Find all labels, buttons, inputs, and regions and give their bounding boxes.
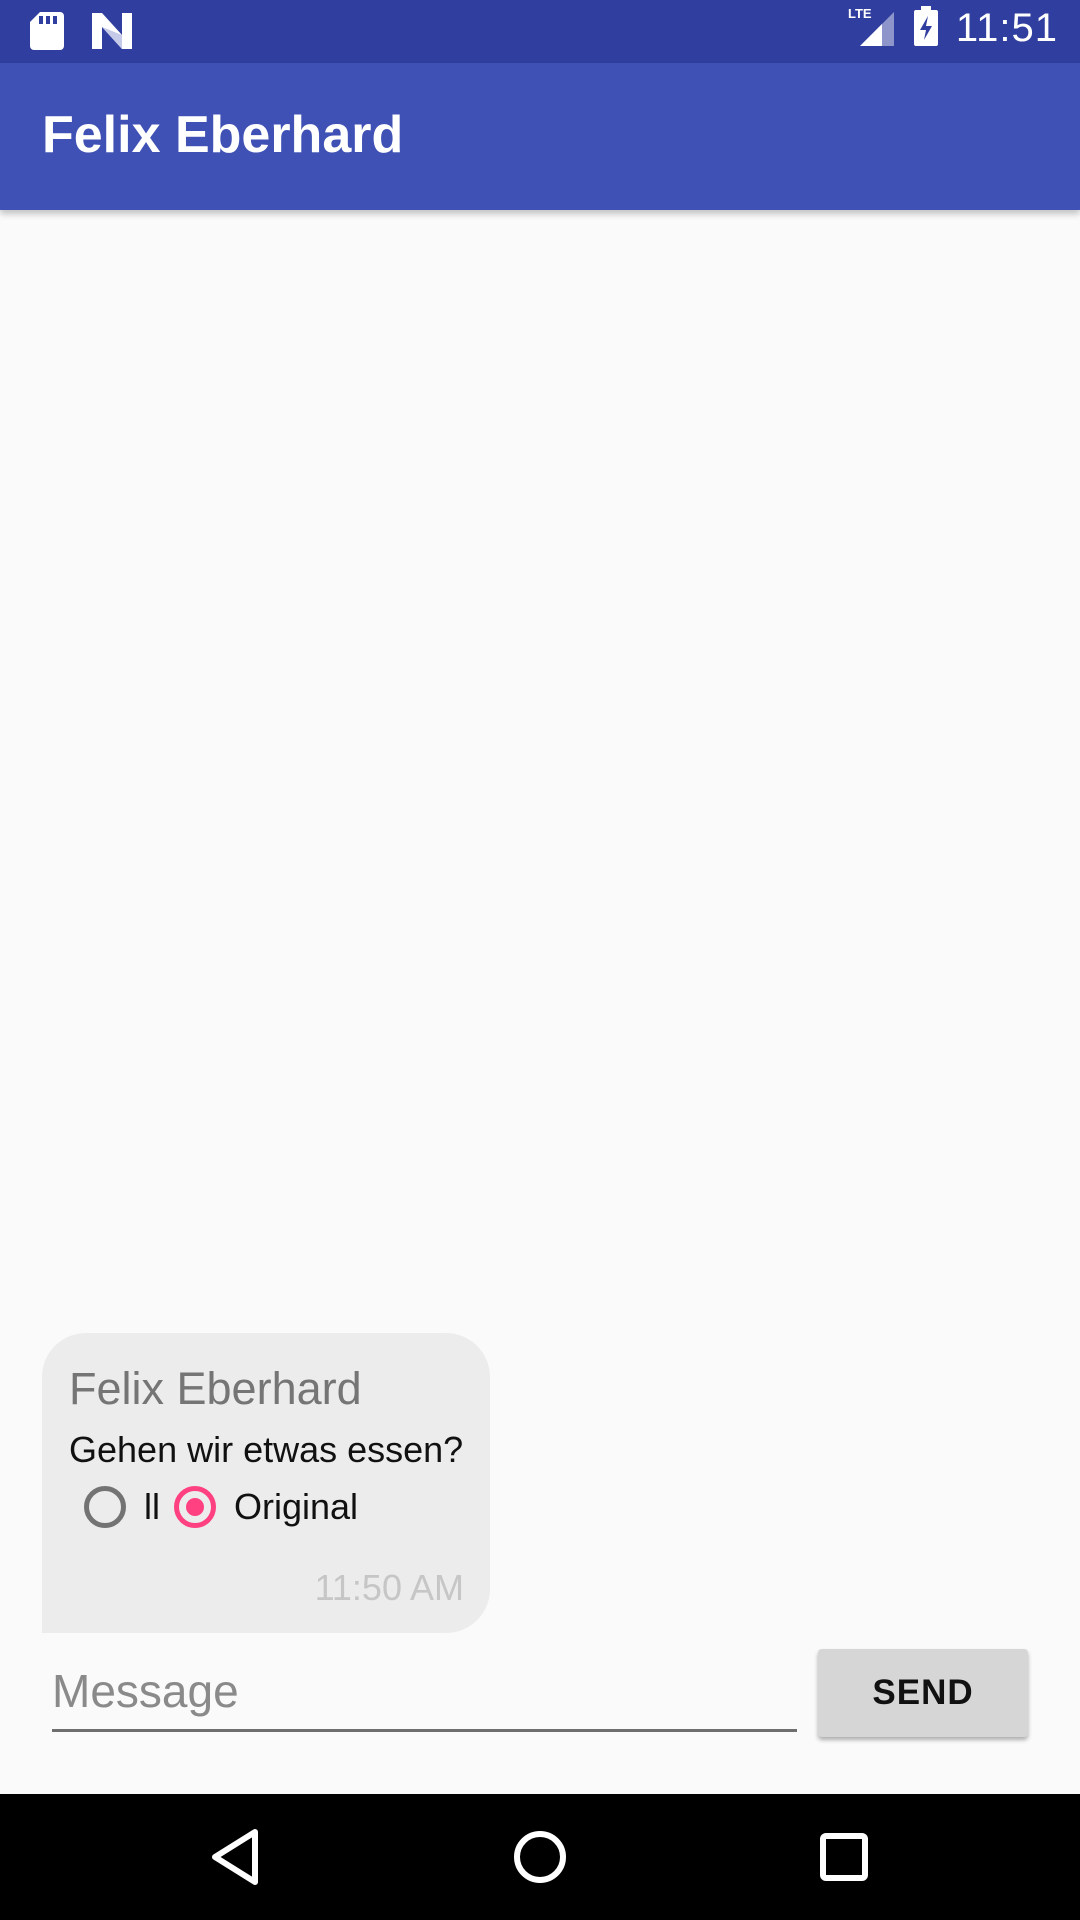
status-bar: LTE 11:51 bbox=[0, 0, 1080, 63]
radio-unchecked-icon[interactable] bbox=[84, 1486, 126, 1528]
radio-label: ll bbox=[144, 1486, 160, 1527]
radio-option-ll[interactable]: ll bbox=[84, 1486, 160, 1528]
back-icon[interactable] bbox=[203, 1824, 269, 1890]
app-notification-icon bbox=[92, 13, 132, 54]
app-bar: Felix Eberhard bbox=[0, 63, 1080, 210]
radio-label: Original bbox=[234, 1486, 359, 1527]
recents-icon[interactable] bbox=[811, 1824, 877, 1890]
radio-checked-icon[interactable] bbox=[174, 1486, 216, 1528]
battery-charging-icon bbox=[913, 6, 938, 51]
network-label: LTE bbox=[848, 6, 872, 21]
message-sender: Felix Eberhard bbox=[69, 1363, 362, 1414]
sd-card-icon bbox=[30, 12, 64, 55]
message-text: Gehen wir etwas essen? bbox=[69, 1429, 464, 1470]
clock: 11:51 bbox=[955, 6, 1058, 50]
home-icon[interactable] bbox=[507, 1824, 573, 1890]
send-button[interactable]: SEND bbox=[818, 1649, 1028, 1737]
lte-signal-icon: LTE bbox=[848, 6, 896, 51]
message-input[interactable] bbox=[52, 1652, 797, 1732]
page-title: Felix Eberhard bbox=[42, 106, 404, 164]
message-timestamp: 11:50 AM bbox=[314, 1567, 464, 1608]
message-bubble: Felix Eberhard Gehen wir etwas essen? ll… bbox=[42, 1333, 490, 1633]
translation-radio-group: ll Original bbox=[84, 1486, 358, 1528]
radio-option-original[interactable]: Original bbox=[174, 1486, 358, 1528]
navigation-bar bbox=[0, 1794, 1080, 1920]
